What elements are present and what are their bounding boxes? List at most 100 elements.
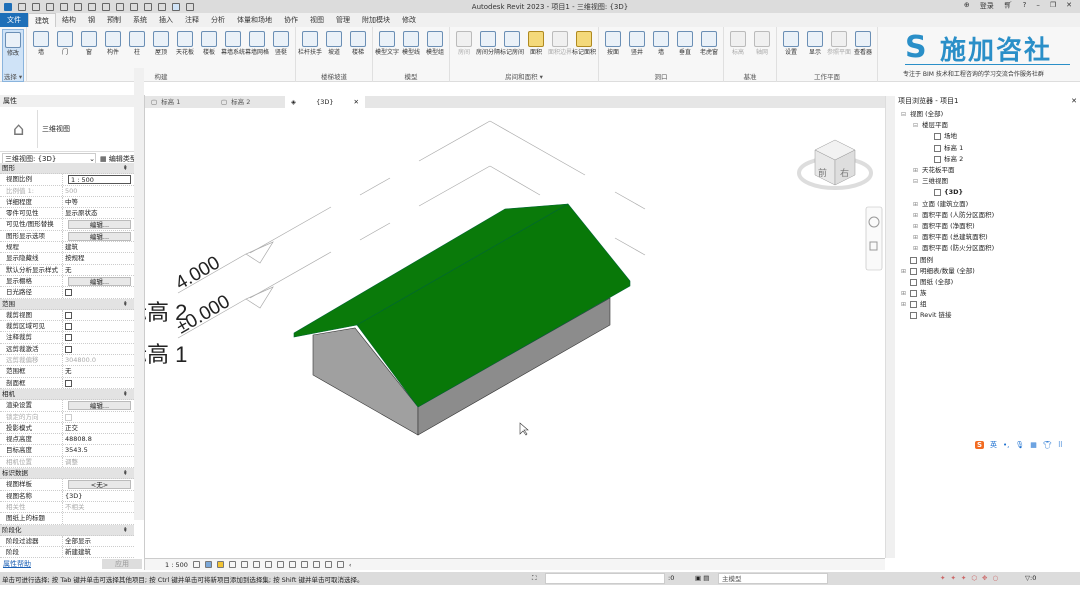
property-value[interactable]: 全部显示 [63,536,134,546]
property-value[interactable] [63,332,134,342]
property-value[interactable]: 建筑 [63,242,134,252]
collapse-icon[interactable]: ⇞ [123,525,128,535]
edit-button[interactable]: 编辑... [68,231,131,241]
close-icon[interactable]: ✕ [1071,97,1077,105]
browser-item[interactable]: 图例 [895,254,1080,265]
collapse-icon[interactable]: ⇞ [123,468,128,478]
property-checkbox[interactable] [65,379,72,387]
ribbon-tab[interactable]: 体量和场地 [231,13,278,27]
grid-menu-icon[interactable]: ⠿ [1058,441,1063,449]
expand-icon[interactable]: ⊞ [913,221,919,232]
undo-icon[interactable] [74,2,82,11]
edit-button[interactable]: 编辑... [68,220,131,230]
property-checkbox[interactable] [65,323,72,331]
view-tab[interactable]: ▢ 标高 2 [215,96,285,108]
ribbon-tab[interactable]: 协作 [278,13,304,27]
property-value[interactable]: 显示原状态 [63,208,134,218]
ribbon-panel-label[interactable]: 洞口 [599,71,723,81]
temp-hide-icon[interactable] [288,561,296,568]
thin-lines-icon[interactable] [172,2,180,11]
expand-icon[interactable]: ⊞ [913,199,919,210]
browser-item[interactable]: ⊞ 组 [895,299,1080,310]
property-value[interactable]: 编辑... [63,276,134,286]
rendering-icon[interactable] [240,561,248,568]
expand-icon[interactable]: ⊞ [901,266,907,277]
ribbon-tab[interactable]: 钢 [82,13,101,27]
workset-dropdown[interactable] [545,573,665,584]
viewcube-right[interactable]: 右 [840,167,849,179]
ribbon-panel-label[interactable]: 楼梯坡道 [296,71,372,81]
skin-icon[interactable]: 👕︎ [1043,441,1052,449]
keyboard-icon[interactable]: ▦ [1030,441,1037,449]
punctuation-icon[interactable]: •, [1003,441,1009,449]
open-icon[interactable] [32,2,40,11]
ribbon-tab[interactable]: 插入 [153,13,179,27]
filter-icon[interactable]: ▽:0 [1025,574,1036,582]
apply-button[interactable]: 应用 [102,559,142,569]
ribbon-tab[interactable]: 系统 [127,13,153,27]
ribbon-panel-label[interactable]: 基准 [724,71,776,81]
edit-button[interactable]: <无> [68,480,131,490]
property-value[interactable] [63,344,134,354]
property-group-header[interactable]: 阶段化 ⇞ [0,524,134,536]
ribbon-tab[interactable]: 管理 [330,13,356,27]
lock-view-icon[interactable] [252,561,260,568]
expand-icon[interactable]: ⊞ [913,210,919,221]
ribbon-panel-label[interactable]: 构建 [27,71,295,81]
ribbon-tab[interactable]: 注释 [179,13,205,27]
property-value[interactable]: {3D} [63,491,134,501]
design-option-dropdown[interactable]: 主模型 [718,573,828,584]
ribbon-tab[interactable]: 修改 [396,13,422,27]
worksets-icon[interactable]: ⛶ [532,574,537,583]
browser-item[interactable]: ⊟ 视图 (全部) [895,109,1080,120]
ribbon-tab[interactable]: 建筑 [28,13,56,27]
property-value[interactable]: 48808.8 [63,434,134,444]
property-group-header[interactable]: 图形 ⇞ [0,163,134,175]
viewport-vertical-scrollbar[interactable] [885,96,895,558]
ribbon-tab[interactable]: 分析 [205,13,231,27]
expand-icon[interactable]: ⊞ [913,243,919,254]
redo-icon[interactable] [88,2,96,11]
property-checkbox[interactable] [65,334,72,342]
level-2-name[interactable]: 标高 2 [145,300,187,325]
ribbon-tab[interactable]: 视图 [304,13,330,27]
view-scale[interactable]: 1 : 500 [165,561,188,569]
ribbon-panel-label[interactable]: 模型 [373,71,449,81]
browser-item[interactable]: ⊞ 面积平面 (总建筑面积) [895,232,1080,243]
ribbon-panel-label[interactable]: 工作平面 [777,71,877,81]
property-value[interactable]: 无 [63,366,134,376]
property-value[interactable] [63,310,134,320]
level-2-elevation[interactable]: 4.000 [172,252,224,294]
show-crop-icon[interactable] [276,561,284,568]
revit-logo-icon[interactable] [4,2,12,11]
properties-scrollbar[interactable] [134,68,144,520]
ime-language[interactable]: 英 [990,440,997,450]
property-value[interactable]: 编辑... [63,219,134,230]
expand-icon[interactable]: ⊞ [901,299,907,310]
house-model[interactable] [293,203,631,436]
property-group-header[interactable]: 范围 ⇞ [0,298,134,310]
login-button[interactable]: 登录 [980,1,994,11]
collapse-icon[interactable]: ⊟ [901,109,907,120]
expand-icon[interactable]: ⊞ [901,288,907,299]
browser-item[interactable]: ⊞ 立面 (建筑立面) [895,199,1080,210]
property-value[interactable] [63,378,134,388]
ribbon-panel-label[interactable]: 选择 ▾ [0,71,26,81]
browser-item[interactable]: ⊞ 面积平面 (净面积) [895,221,1080,232]
collapse-icon[interactable]: ⇞ [123,299,128,309]
property-value[interactable]: 中等 [63,197,134,207]
close-tab-icon[interactable]: ✕ [354,96,359,108]
collapse-icon[interactable]: ⊟ [913,120,919,131]
ribbon-panel-label[interactable]: 房间和面积 ▾ [450,71,598,81]
property-value[interactable]: <无> [63,479,134,490]
collapse-icon[interactable]: ⇞ [123,389,128,399]
home-icon[interactable] [18,2,26,11]
print-icon[interactable] [102,2,110,11]
view-tab[interactable]: ◈ {3D} ✕ [285,96,365,108]
property-checkbox[interactable] [65,311,72,319]
design-options-icon[interactable]: ▣ ▤ [695,574,709,582]
viewcube-front[interactable]: 前 [818,167,827,179]
browser-item[interactable]: ⊟ 楼层平面 [895,120,1080,131]
dimension-icon[interactable] [130,2,138,11]
chevron-left-icon[interactable]: ‹ [349,561,352,569]
